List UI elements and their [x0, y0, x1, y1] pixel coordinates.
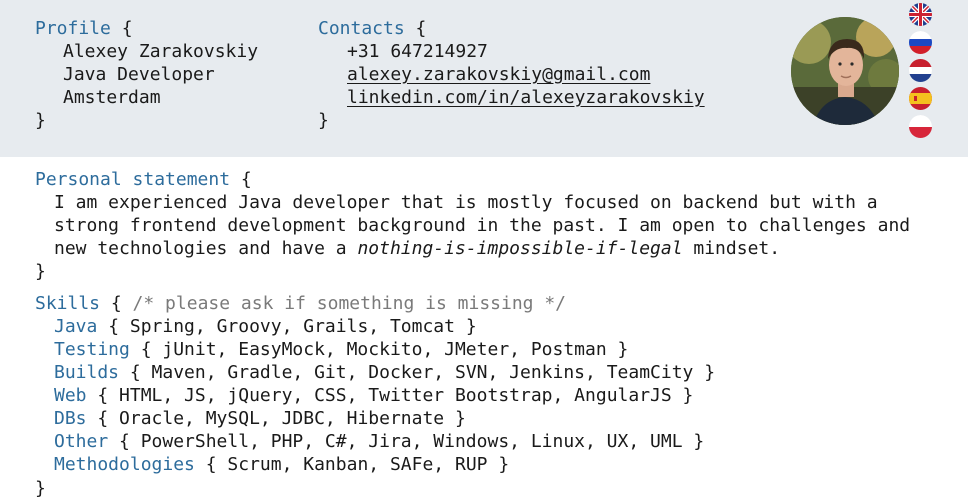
- skill-group-items: { Spring, Groovy, Grails, Tomcat }: [97, 316, 477, 337]
- skills-comment: /* please ask if something is missing */: [132, 293, 567, 314]
- poland-flag-icon[interactable]: [909, 115, 932, 138]
- skills-heading: Skills: [35, 293, 101, 314]
- skill-group-methodologies: Methodologies { Scrum, Kanban, SAFe, RUP…: [54, 453, 509, 476]
- skill-group-items: { HTML, JS, jQuery, CSS, Twitter Bootstr…: [86, 385, 694, 406]
- profile-name: Alexey Zarakovskiy: [63, 41, 259, 62]
- skill-group-items: { Maven, Gradle, Git, Docker, SVN, Jenki…: [119, 362, 716, 383]
- statement-heading-line: Personal statement {: [35, 168, 252, 191]
- skills-heading-line: Skills { /* please ask if something is m…: [35, 292, 566, 315]
- russia-flag-icon[interactable]: [909, 31, 932, 54]
- avatar: [791, 17, 899, 125]
- skill-group-builds: Builds { Maven, Gradle, Git, Docker, SVN…: [54, 361, 715, 384]
- netherlands-flag-icon[interactable]: [909, 59, 932, 82]
- skill-group-name: DBs: [54, 408, 87, 429]
- contact-email-link[interactable]: alexey.zarakovskiy@gmail.com: [347, 64, 650, 85]
- skill-group-dbs: DBs { Oracle, MySQL, JDBC, Hibernate }: [54, 407, 466, 430]
- skill-group-java: Java { Spring, Groovy, Grails, Tomcat }: [54, 315, 477, 338]
- uk-flag-icon[interactable]: [909, 3, 932, 26]
- statement-heading: Personal statement: [35, 169, 231, 190]
- contacts-heading-line: Contacts {: [318, 17, 426, 40]
- skills-close-brace: }: [35, 478, 46, 499]
- contact-linkedin-link[interactable]: linkedin.com/in/alexeyzarakovskiy: [347, 87, 705, 108]
- skill-group-items: { Oracle, MySQL, JDBC, Hibernate }: [86, 408, 466, 429]
- skill-group-items: { jUnit, EasyMock, Mockito, JMeter, Post…: [129, 339, 629, 360]
- avatar-photo: [791, 17, 899, 125]
- contacts-heading: Contacts: [318, 18, 405, 39]
- contacts-close-brace: }: [318, 110, 329, 131]
- skill-group-items: { PowerShell, PHP, C#, Jira, Windows, Li…: [108, 431, 705, 452]
- skill-group-name: Other: [54, 431, 109, 452]
- skill-group-name: Methodologies: [54, 454, 195, 475]
- skill-group-name: Java: [54, 316, 98, 337]
- skill-group-items: { Scrum, Kanban, SAFe, RUP }: [194, 454, 510, 475]
- spain-flag-icon[interactable]: [909, 87, 932, 110]
- skill-group-other: Other { PowerShell, PHP, C#, Jira, Windo…: [54, 430, 704, 453]
- skill-group-name: Builds: [54, 362, 120, 383]
- statement-line-2: strong frontend development background i…: [54, 215, 911, 236]
- profile-heading: Profile: [35, 18, 111, 39]
- contacts-open-brace: {: [404, 18, 427, 39]
- statement-line-3: new technologies and have a nothing-is-i…: [54, 237, 780, 260]
- statement-emphasis: nothing-is-impossible-if-legal: [357, 238, 683, 259]
- skill-group-name: Testing: [54, 339, 130, 360]
- profile-city: Amsterdam: [63, 87, 161, 108]
- skills-open-brace: {: [100, 293, 133, 314]
- profile-open-brace: {: [110, 18, 133, 39]
- statement-line-1: I am experienced Java developer that is …: [54, 192, 878, 213]
- skill-group-web: Web { HTML, JS, jQuery, CSS, Twitter Boo…: [54, 384, 693, 407]
- profile-title: Java Developer: [63, 64, 215, 85]
- profile-close-brace: }: [35, 110, 46, 131]
- skill-group-testing: Testing { jUnit, EasyMock, Mockito, JMet…: [54, 338, 628, 361]
- statement-line-3-start: new technologies and have a: [54, 238, 358, 259]
- skill-group-name: Web: [54, 385, 87, 406]
- statement-open-brace: {: [230, 169, 252, 190]
- statement-close-brace: }: [35, 261, 46, 282]
- contact-phone: +31 647214927: [347, 41, 488, 62]
- statement-line-3-end: mindset.: [682, 238, 781, 259]
- profile-heading-line: Profile {: [35, 17, 133, 40]
